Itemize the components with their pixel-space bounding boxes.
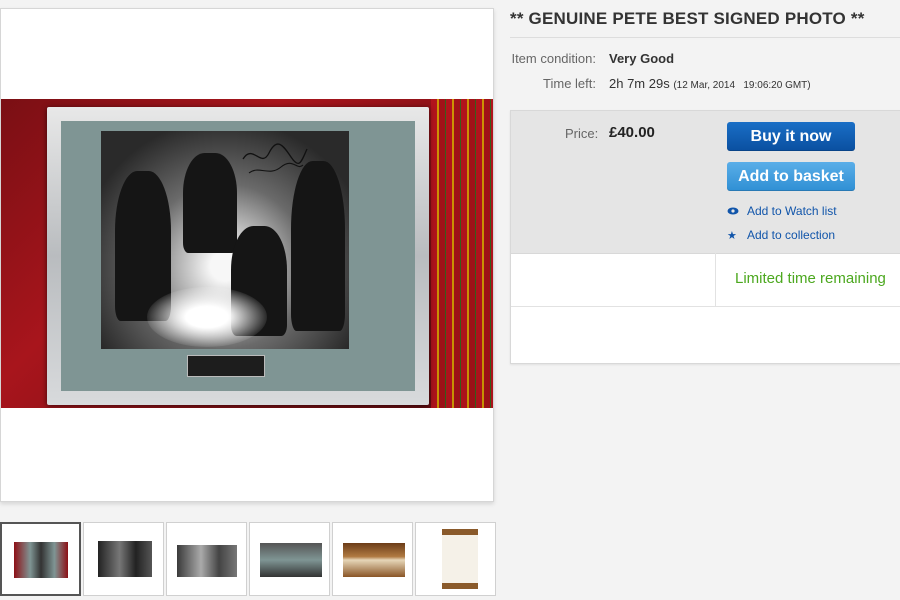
figure-right <box>291 161 345 331</box>
figure-centre <box>183 153 237 253</box>
condition-value: Very Good <box>609 51 675 66</box>
buy-box: Price: £40.00 Buy it now Add to basket A… <box>510 110 900 364</box>
collection-label: Add to collection <box>747 228 836 242</box>
add-to-watch-list-link[interactable]: Add to Watch list <box>727 204 837 218</box>
flash-glare <box>147 287 267 347</box>
thumbnail-image <box>14 542 68 578</box>
thumbnail-image <box>98 541 152 577</box>
thumbnail-5[interactable] <box>332 522 413 596</box>
thumbnail-3[interactable] <box>166 522 247 596</box>
product-photo[interactable] <box>1 99 493 408</box>
thumbnail-image <box>260 543 322 577</box>
thumbnail-strip <box>0 522 496 596</box>
price-label: Price: <box>565 126 599 141</box>
end-time: (12 Mar, 2014 19:06:20 GMT) <box>673 80 811 91</box>
thumbnail-image <box>177 545 237 577</box>
title-divider <box>510 37 900 38</box>
eye-icon <box>727 206 741 218</box>
cell-divider <box>715 253 716 306</box>
watch-list-label: Add to Watch list <box>747 204 837 218</box>
thumbnail-2[interactable] <box>83 522 164 596</box>
thumbnail-6[interactable] <box>415 522 496 596</box>
name-plaque <box>187 355 265 377</box>
condition-label: Item condition: <box>511 51 596 66</box>
main-image-panel[interactable] <box>0 8 494 502</box>
thumbnail-image <box>343 543 405 577</box>
thumbnail-1[interactable] <box>0 522 81 596</box>
buy-box-info-row: Limited time remaining <box>511 253 900 307</box>
picture-frame <box>47 107 429 405</box>
price-value: £40.00 <box>609 124 655 141</box>
thumbnail-image <box>442 529 478 589</box>
background-fabric <box>431 99 493 408</box>
buy-it-now-button[interactable]: Buy it now <box>727 122 855 151</box>
limited-time-notice: Limited time remaining <box>735 270 886 287</box>
time-left-label: Time left: <box>543 76 596 91</box>
buy-box-header: Price: £40.00 Buy it now Add to basket A… <box>511 111 900 254</box>
add-to-collection-link[interactable]: ★ Add to collection <box>727 228 835 242</box>
time-left-row: 2h 7m 29s (12 Mar, 2014 19:06:20 GMT) <box>609 76 811 91</box>
time-left-value: 2h 7m 29s <box>609 76 670 91</box>
signature-mark <box>242 143 308 174</box>
add-to-basket-button[interactable]: Add to basket <box>727 162 855 191</box>
star-icon: ★ <box>727 230 737 242</box>
thumbnail-4[interactable] <box>249 522 330 596</box>
listing-title: ** GENUINE PETE BEST SIGNED PHOTO ** <box>510 9 865 28</box>
